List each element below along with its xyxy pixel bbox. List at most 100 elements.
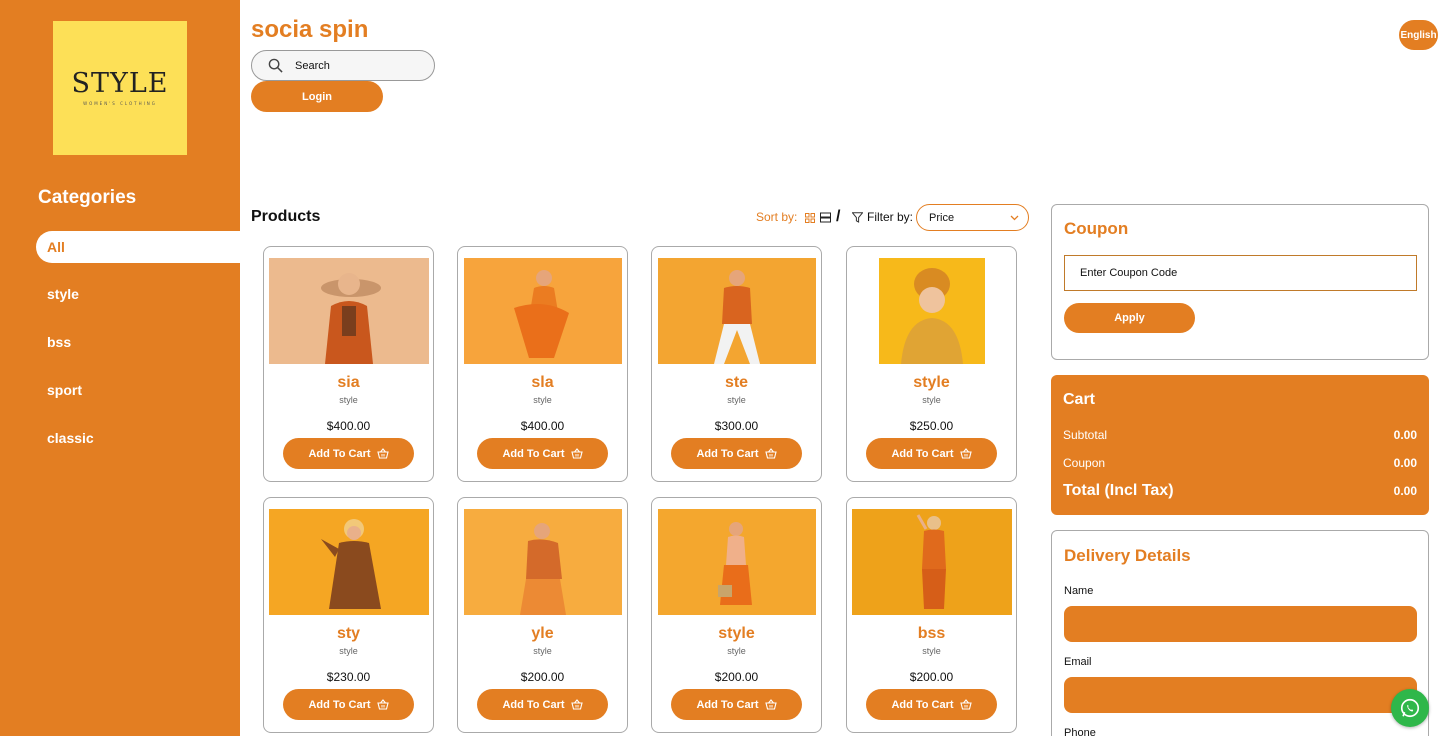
product-price: $250.00 — [909, 419, 954, 433]
product-name[interactable]: style — [652, 625, 821, 643]
view-separator: / — [836, 208, 841, 225]
product-name[interactable]: ste — [652, 374, 821, 392]
add-to-cart-button[interactable]: Add To Cart — [671, 438, 802, 469]
add-to-cart-button[interactable]: Add To Cart — [477, 689, 608, 720]
sidebar-item-classic[interactable]: classic — [36, 422, 240, 454]
add-to-cart-button[interactable]: Add To Cart — [671, 689, 802, 720]
coupon-panel: Coupon Apply — [1051, 204, 1429, 360]
name-field[interactable] — [1064, 606, 1417, 642]
total-row: Total (Incl Tax) 0.00 — [1063, 482, 1417, 500]
product-category: style — [533, 395, 552, 405]
coupon-heading: Coupon — [1064, 219, 1129, 238]
add-to-cart-button[interactable]: Add To Cart — [477, 438, 608, 469]
brand-logo[interactable]: STYLE WOMEN'S CLOTHING — [53, 21, 187, 155]
language-button[interactable]: English — [1399, 20, 1438, 50]
sidebar-item-all[interactable]: All — [36, 231, 240, 263]
coupon-code-input[interactable] — [1064, 255, 1417, 291]
product-card[interactable]: style style $200.00 Add To Cart — [651, 497, 822, 733]
product-price: $300.00 — [714, 419, 759, 433]
basket-icon — [376, 699, 389, 710]
grid-view-icon[interactable] — [805, 213, 815, 223]
product-image[interactable] — [269, 258, 429, 364]
product-price: $200.00 — [520, 670, 565, 684]
basket-icon — [570, 448, 583, 459]
coupon-discount-label: Coupon — [1063, 456, 1106, 470]
cart-heading: Cart — [1063, 391, 1096, 408]
product-image[interactable] — [464, 258, 622, 364]
basket-icon — [764, 448, 777, 459]
whatsapp-chat-button[interactable] — [1391, 689, 1429, 727]
add-to-cart-button[interactable]: Add To Cart — [283, 438, 414, 469]
product-card[interactable]: bss style $200.00 Add To Cart — [846, 497, 1017, 733]
total-value: 0.00 — [1393, 484, 1417, 498]
chevron-down-icon — [1010, 215, 1019, 221]
product-image[interactable] — [269, 509, 429, 615]
logo-wordmark: STYLE — [71, 68, 169, 99]
product-image[interactable] — [879, 258, 985, 364]
store-title: socia spin — [251, 16, 369, 43]
product-price: $400.00 — [326, 419, 371, 433]
list-view-icon[interactable] — [820, 212, 831, 223]
search-input[interactable] — [295, 59, 415, 72]
product-name[interactable]: sla — [458, 374, 627, 392]
add-to-cart-label: Add To Cart — [502, 447, 565, 460]
product-card[interactable]: style style $250.00 Add To Cart — [846, 246, 1017, 482]
coupon-discount-value: 0.00 — [1393, 456, 1417, 470]
product-name[interactable]: sia — [264, 374, 433, 392]
product-card[interactable]: sia style $400.00 Add To Cart — [263, 246, 434, 482]
add-to-cart-label: Add To Cart — [696, 447, 759, 460]
add-to-cart-button[interactable]: Add To Cart — [866, 438, 997, 469]
product-card[interactable]: sty style $230.00 Add To Cart — [263, 497, 434, 733]
sidebar-item-bss[interactable]: bss — [36, 326, 240, 358]
filter-icon — [852, 212, 863, 223]
product-image[interactable] — [464, 509, 622, 615]
basket-icon — [959, 448, 972, 459]
subtotal-row: Subtotal 0.00 — [1063, 428, 1417, 442]
product-category: style — [922, 646, 941, 656]
coupon-row: Coupon 0.00 — [1063, 456, 1417, 470]
filter-select-value: Price — [929, 211, 955, 224]
sidebar-item-style[interactable]: style — [36, 278, 240, 310]
product-price: $230.00 — [326, 670, 371, 684]
basket-icon — [959, 699, 972, 710]
login-button[interactable]: Login — [251, 81, 383, 112]
product-category: style — [727, 395, 746, 405]
add-to-cart-label: Add To Cart — [891, 447, 954, 460]
subtotal-label: Subtotal — [1063, 428, 1108, 442]
product-price: $200.00 — [909, 670, 954, 684]
product-name[interactable]: sty — [264, 625, 433, 643]
product-category: style — [727, 646, 746, 656]
filter-label: Filter by: — [867, 210, 914, 224]
add-to-cart-button[interactable]: Add To Cart — [866, 689, 997, 720]
product-name[interactable]: yle — [458, 625, 627, 643]
sort-label: Sort by: — [756, 210, 798, 224]
phone-label: Phone — [1064, 727, 1096, 736]
apply-coupon-button[interactable]: Apply — [1064, 303, 1195, 333]
email-field[interactable] — [1064, 677, 1417, 713]
product-image[interactable] — [852, 509, 1012, 615]
product-name[interactable]: style — [847, 374, 1016, 392]
add-to-cart-label: Add To Cart — [696, 698, 759, 711]
basket-icon — [764, 699, 777, 710]
cart-summary: Cart Subtotal 0.00 Coupon 0.00 Total (In… — [1051, 375, 1429, 515]
products-heading: Products — [251, 208, 321, 225]
product-category: style — [533, 646, 552, 656]
delivery-panel: Delivery Details Name Email Phone — [1051, 530, 1429, 736]
product-card[interactable]: yle style $200.00 Add To Cart — [457, 497, 628, 733]
product-card[interactable]: sla style $400.00 Add To Cart — [457, 246, 628, 482]
sidebar-item-sport[interactable]: sport — [36, 374, 240, 406]
product-price: $200.00 — [714, 670, 759, 684]
product-category: style — [339, 646, 358, 656]
search-box[interactable] — [251, 50, 435, 81]
product-image[interactable] — [658, 509, 816, 615]
delivery-heading: Delivery Details — [1064, 546, 1191, 565]
whatsapp-icon — [1400, 698, 1420, 718]
subtotal-value: 0.00 — [1393, 428, 1417, 442]
product-category: style — [339, 395, 358, 405]
product-card[interactable]: ste style $300.00 Add To Cart — [651, 246, 822, 482]
product-image[interactable] — [658, 258, 816, 364]
sidebar: STYLE WOMEN'S CLOTHING Categories All st… — [0, 0, 240, 736]
add-to-cart-button[interactable]: Add To Cart — [283, 689, 414, 720]
product-name[interactable]: bss — [847, 625, 1016, 643]
filter-select[interactable]: Price — [916, 204, 1029, 231]
